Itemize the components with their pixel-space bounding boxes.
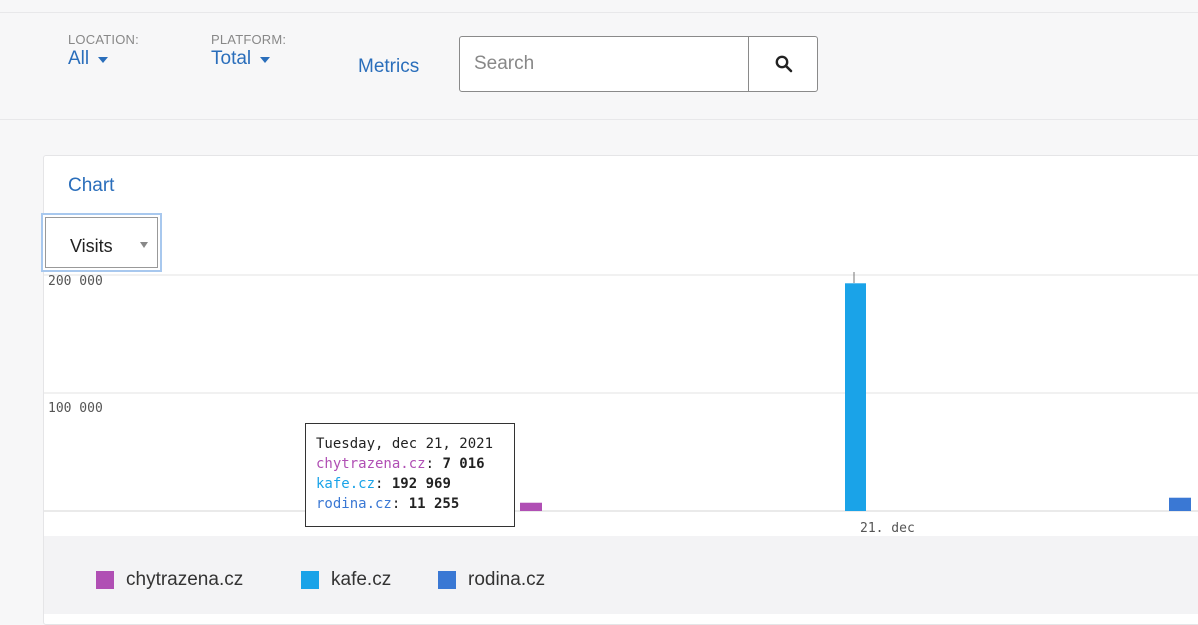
bar-chart: 100 000 200 000 21. dec [44, 272, 1198, 536]
tooltip-series-name: kafe.cz [316, 476, 376, 492]
x-tick-label: 21. dec [860, 521, 915, 536]
legend-swatch [96, 571, 114, 589]
legend-item-rodina[interactable]: rodina.cz [438, 569, 545, 591]
legend-item-kafe[interactable]: kafe.cz [301, 569, 391, 591]
tooltip-series-name: rodina.cz [316, 496, 392, 512]
y-tick-label: 200 000 [48, 274, 103, 289]
tooltip-separator: : [391, 496, 409, 512]
tooltip-series-name: chytrazena.cz [316, 456, 426, 472]
legend-label: chytrazena.cz [126, 569, 244, 590]
tooltip-value: 7 016 [442, 456, 485, 472]
tooltip-value: 11 255 [408, 496, 460, 512]
tooltip-separator: : [425, 456, 443, 472]
tooltip-row: chytrazena.cz: 7 016 [316, 454, 504, 474]
legend-swatch [438, 571, 456, 589]
legend-label: rodina.cz [468, 569, 546, 590]
tooltip-date: Tuesday, dec 21, 2021 [316, 436, 494, 452]
legend-swatch [301, 571, 319, 589]
bar-chytrazena [520, 502, 542, 511]
legend-item-chytrazena[interactable]: chytrazena.cz [96, 569, 243, 591]
y-tick-label: 100 000 [48, 401, 103, 416]
tooltip-row: kafe.cz: 192 969 [316, 474, 504, 494]
bar-kafe [845, 283, 866, 511]
tooltip-row: rodina.cz: 11 255 [316, 494, 504, 514]
chart-tooltip: Tuesday, dec 21, 2021 chytrazena.cz: 7 0… [305, 423, 515, 527]
tooltip-separator: : [375, 476, 392, 492]
tooltip-value: 192 969 [391, 476, 451, 492]
bar-rodina [1169, 497, 1191, 511]
legend-label: kafe.cz [331, 569, 392, 590]
